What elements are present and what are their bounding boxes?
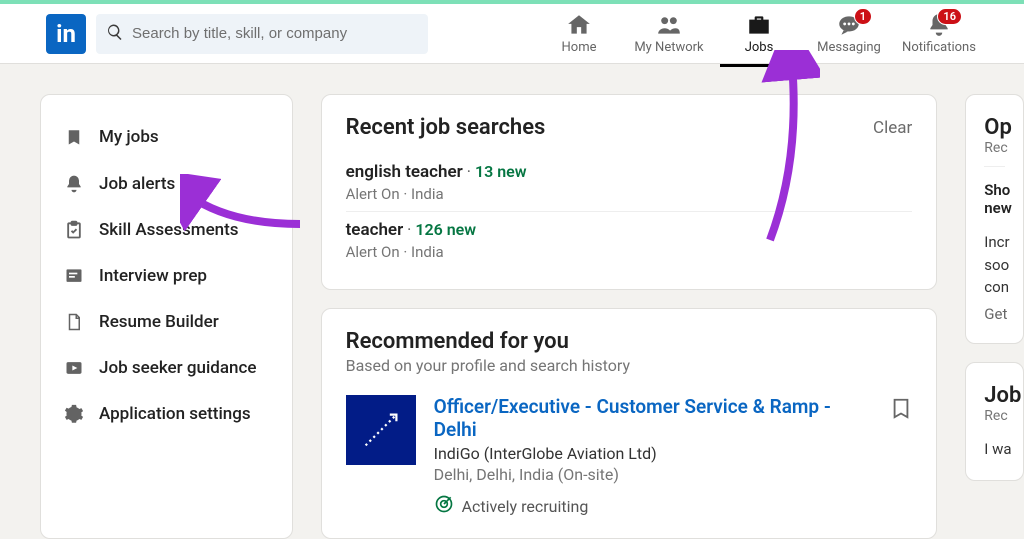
clipboard-check-icon xyxy=(63,220,85,240)
search-box[interactable] xyxy=(96,14,428,54)
nav-label: Home xyxy=(562,40,597,55)
new-count: 13 new xyxy=(475,162,527,181)
document-icon xyxy=(63,312,85,332)
recommended-subtitle: Based on your profile and search history xyxy=(346,356,913,375)
save-job-button[interactable] xyxy=(890,395,912,425)
nav-messaging[interactable]: 1 Messaging xyxy=(804,4,894,63)
get-started-link[interactable]: Get xyxy=(984,305,1005,323)
bell-icon xyxy=(63,174,85,194)
messaging-icon: 1 xyxy=(836,13,862,37)
bookmark-icon xyxy=(63,126,85,148)
nav-home[interactable]: Home xyxy=(534,4,624,63)
sidebar-label: Application settings xyxy=(99,404,251,424)
home-icon xyxy=(566,13,592,37)
sidebar-item-interview[interactable]: Interview prep xyxy=(41,253,292,299)
right-body-line: con xyxy=(984,278,1009,296)
nav-label: Jobs xyxy=(745,40,774,55)
nav-notifications[interactable]: 16 Notifications xyxy=(894,4,984,63)
main-content: My jobs Job alerts Skill Assessments Int… xyxy=(0,64,1024,539)
recent-searches-card: Recent job searches Clear english teache… xyxy=(321,94,938,290)
job-location: Delhi, Delhi, India (On-site) xyxy=(434,465,873,484)
job-row[interactable]: Officer/Executive - Customer Service & R… xyxy=(346,395,913,518)
linkedin-logo[interactable]: in xyxy=(46,14,86,54)
job-seeker-card[interactable]: Job Rec I wa xyxy=(965,362,1024,482)
company-logo xyxy=(346,395,416,465)
sidebar-label: Job alerts xyxy=(99,174,175,194)
search-input[interactable] xyxy=(132,25,418,42)
sidebar-label: Resume Builder xyxy=(99,312,219,332)
search-subtitle: Alert On · India xyxy=(346,185,913,203)
nav-network[interactable]: My Network xyxy=(624,4,714,63)
briefcase-icon xyxy=(746,13,772,37)
nav-label: Messaging xyxy=(817,40,881,55)
gear-icon xyxy=(63,404,85,424)
bell-icon: 16 xyxy=(926,13,952,37)
open-to-work-card[interactable]: Op Rec Sho new Incr soo con Get xyxy=(965,94,1024,344)
clear-button[interactable]: Clear xyxy=(873,118,912,138)
messaging-badge: 1 xyxy=(854,8,872,25)
target-icon xyxy=(434,494,454,518)
new-count: 126 new xyxy=(415,220,476,239)
nav-label: Notifications xyxy=(902,40,976,55)
sidebar-label: My jobs xyxy=(99,127,159,147)
recommended-card: Recommended for you Based on your profil… xyxy=(321,308,938,539)
right-card-title: Job xyxy=(984,383,1005,408)
sidebar-item-appsettings[interactable]: Application settings xyxy=(41,391,292,437)
sidebar-label: Job seeker guidance xyxy=(99,358,256,378)
search-icon xyxy=(106,23,124,45)
job-company: IndiGo (InterGlobe Aviation Ltd) xyxy=(434,444,873,463)
primary-nav: Home My Network Jobs 1 Messaging 16 xyxy=(534,4,984,63)
global-header: in Home My Network Jobs xyxy=(0,4,1024,64)
search-query: english teacher xyxy=(346,162,463,182)
right-column: Op Rec Sho new Incr soo con Get Job Rec … xyxy=(965,94,1024,539)
sidebar-item-alerts[interactable]: Job alerts xyxy=(41,161,292,207)
show-recruiters-line1: Sho xyxy=(984,181,1010,199)
search-query: teacher xyxy=(346,220,404,240)
sidebar-item-myjobs[interactable]: My jobs xyxy=(41,113,292,161)
play-icon xyxy=(63,358,85,378)
notifications-badge: 16 xyxy=(937,8,962,25)
right-card-sub: Rec xyxy=(984,140,1005,156)
right-body-line: I wa xyxy=(984,438,1005,461)
sidebar-item-guidance[interactable]: Job seeker guidance xyxy=(41,345,292,391)
actively-recruiting: Actively recruiting xyxy=(434,494,873,518)
sidebar-item-resume[interactable]: Resume Builder xyxy=(41,299,292,345)
recommended-title: Recommended for you xyxy=(346,329,913,354)
nav-label: My Network xyxy=(634,40,703,55)
recent-searches-title: Recent job searches xyxy=(346,115,546,140)
show-recruiters-line2: new xyxy=(984,199,1012,217)
job-title[interactable]: Officer/Executive - Customer Service & R… xyxy=(434,395,873,441)
nav-jobs[interactable]: Jobs xyxy=(714,4,804,63)
sidebar-item-skill[interactable]: Skill Assessments xyxy=(41,207,292,253)
recruiting-label: Actively recruiting xyxy=(462,497,589,516)
recent-search-row[interactable]: english teacher · 13 new Alert On · Indi… xyxy=(346,154,913,212)
right-body-line: Incr xyxy=(984,233,1009,251)
search-subtitle: Alert On · India xyxy=(346,243,913,261)
sidebar: My jobs Job alerts Skill Assessments Int… xyxy=(40,94,293,539)
recent-search-row[interactable]: teacher · 126 new Alert On · India xyxy=(346,212,913,269)
right-card-title: Op xyxy=(984,115,1005,140)
people-icon xyxy=(656,13,682,37)
sidebar-label: Skill Assessments xyxy=(99,220,239,240)
right-card-sub: Rec xyxy=(984,408,1005,424)
sidebar-label: Interview prep xyxy=(99,266,207,286)
notes-icon xyxy=(63,266,85,286)
right-body-line: soo xyxy=(984,256,1009,274)
content-column: Recent job searches Clear english teache… xyxy=(321,94,938,539)
